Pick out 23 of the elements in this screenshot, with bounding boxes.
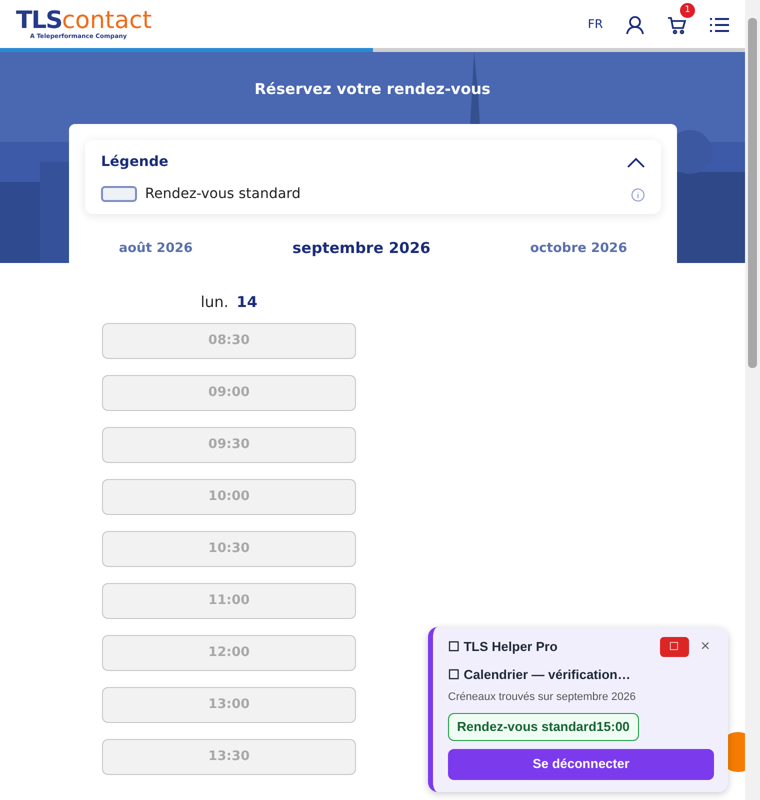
status-subtitle: Créneaux trouvés sur septembre 2026 — [448, 690, 637, 704]
helper-title: ☐ TLS Helper Pro — [448, 638, 559, 656]
logo-text: TLS — [16, 8, 62, 32]
scrollbar-thumb[interactable] — [748, 18, 757, 368]
day-number: 14 — [236, 292, 258, 312]
month-tab[interactable]: octobre 2026 — [524, 238, 634, 259]
cart-badge: 1 — [680, 3, 695, 18]
weekday-label: lun. — [200, 292, 229, 312]
legend-title: Légende — [101, 152, 168, 172]
close-button[interactable]: × — [696, 635, 714, 659]
cart-icon[interactable] — [667, 14, 687, 33]
logout-button[interactable]: Se déconnecter — [448, 748, 714, 780]
page-title: Réservez votre rendez-vous — [254, 79, 492, 100]
scrollbar[interactable] — [745, 0, 760, 800]
legend-label: Rendez-vous standard — [145, 184, 302, 204]
legend-swatch — [101, 186, 137, 202]
stop-button[interactable]: ☐ — [660, 637, 689, 657]
month-tab[interactable]: septembre 2026 — [286, 236, 436, 260]
month-tab[interactable]: août 2026 — [112, 238, 199, 259]
found-slot-tag: Rendez-vous standard15:00 — [448, 713, 639, 740]
logo-text: contact — [62, 8, 152, 32]
language-link[interactable]: FR — [588, 15, 603, 33]
status-text: ☐ Calendrier — vérification… — [448, 666, 632, 684]
